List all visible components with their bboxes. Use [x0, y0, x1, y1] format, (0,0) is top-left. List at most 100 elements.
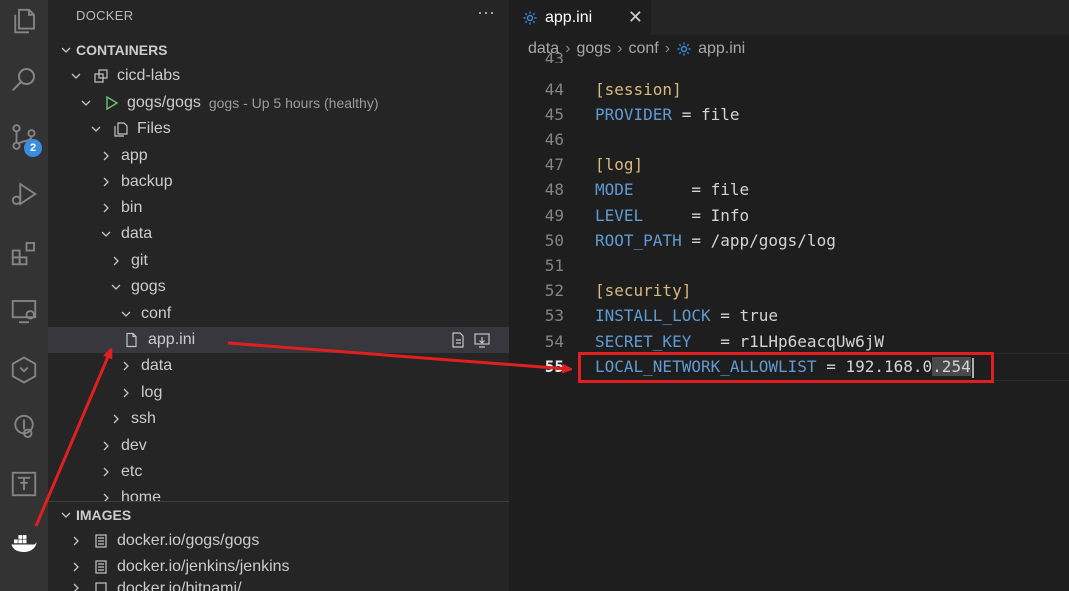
chevron-right-icon [98, 174, 114, 190]
line-text: ROOT_PATH = /app/gogs/log [595, 231, 836, 250]
chevron-right-icon [68, 533, 84, 549]
sidebar-title: DOCKER [76, 8, 134, 23]
activity-bar: 2 [0, 0, 48, 591]
tree-item-folder[interactable]: ssh [48, 406, 509, 432]
running-container-icon [102, 94, 120, 112]
tree-item-folder[interactable]: data [48, 221, 509, 247]
files-icon [112, 120, 130, 138]
image-label: docker.io/bitnami/... [117, 580, 255, 591]
image-icon [92, 558, 110, 576]
highlight-box [578, 352, 994, 383]
tree-item-label: Files [137, 120, 171, 137]
gitlens-icon[interactable] [6, 409, 42, 445]
tree-item-folder[interactable]: gogs [48, 274, 509, 300]
open-file-icon[interactable] [449, 331, 467, 354]
code-line: 47 [log] [509, 155, 1069, 180]
line-number: 47 [544, 155, 564, 174]
code-line: 48 MODE = file [509, 180, 1069, 205]
tree-item-folder[interactable]: data [48, 353, 509, 379]
code-line: 53 INSTALL_LOCK = true [509, 306, 1069, 331]
line-text: INSTALL_LOCK = true [595, 306, 779, 325]
tree-item-app-ini[interactable]: app.ini [48, 327, 509, 353]
image-label: docker.io/jenkins/jenkins [117, 558, 290, 575]
image-item[interactable]: docker.io/jenkins/jenkins [48, 554, 509, 580]
tree-item-cicd-labs[interactable]: cicd-labs [48, 63, 509, 89]
download-file-icon[interactable] [473, 331, 491, 354]
tree-item-label: etc [121, 463, 143, 480]
line-number: 49 [544, 206, 564, 225]
tree-item-folder[interactable]: etc [48, 459, 509, 485]
chevron-right-icon [118, 358, 134, 374]
line-text: [security] [595, 281, 692, 300]
line-text: MODE = file [595, 180, 750, 199]
line-text: SECRET_KEY = r1LHp6eacqUw6jW [595, 332, 884, 351]
tree-item-gogs-container[interactable]: gogs/gogs gogs - Up 5 hours (healthy) [48, 90, 509, 116]
image-icon [92, 580, 110, 591]
tree-item-label: cicd-labs [117, 67, 181, 84]
tree-item-folder[interactable]: log [48, 380, 509, 406]
image-icon [92, 532, 110, 550]
line-text: [log] [595, 155, 644, 174]
tree-item-label: ssh [131, 410, 156, 427]
line-number: 48 [544, 180, 564, 199]
tree-item-folder[interactable]: backup [48, 169, 509, 195]
tree-item-folder[interactable]: git [48, 248, 509, 274]
line-number: 55 [544, 357, 564, 376]
line-number: 46 [544, 130, 564, 149]
tree-item-folder[interactable]: bin [48, 195, 509, 221]
tree-item-label: log [141, 384, 163, 401]
chevron-right-icon [98, 148, 114, 164]
chevron-right-icon [98, 438, 114, 454]
compose-group-icon [92, 67, 110, 85]
image-item[interactable]: docker.io/bitnami/... [48, 580, 509, 591]
search-icon[interactable] [6, 61, 42, 97]
chevron-right-icon [98, 490, 114, 501]
tree-item-label: data [121, 225, 153, 242]
code-line: 43 [509, 49, 1069, 63]
chevron-right-icon [98, 464, 114, 480]
row-actions [449, 331, 491, 354]
code-line: 45 PROVIDER = file [509, 105, 1069, 130]
chevron-down-icon [78, 95, 94, 111]
image-item[interactable]: docker.io/gogs/gogs [48, 528, 509, 554]
extensions-icon[interactable] [6, 235, 42, 271]
line-number: 45 [544, 105, 564, 124]
code-line: 50 ROOT_PATH = /app/gogs/log [509, 231, 1069, 256]
line-number: 44 [544, 80, 564, 99]
tree-item-folder[interactable]: dev [48, 433, 509, 459]
explorer-icon[interactable] [6, 3, 42, 39]
containers-section-header[interactable]: CONTAINERS [48, 37, 509, 63]
run-debug-icon[interactable] [6, 176, 42, 212]
container-status: gogs - Up 5 hours (healthy) [208, 95, 379, 111]
chevron-down-icon [108, 279, 124, 295]
docker-icon[interactable] [6, 524, 42, 560]
line-text: LEVEL = Info [595, 206, 750, 225]
tree-item-folder[interactable]: conf [48, 301, 509, 327]
chevron-down-icon [58, 507, 74, 523]
tree-item-label: bin [121, 199, 143, 216]
more-actions-button[interactable]: ··· [477, 2, 495, 23]
terraform-icon[interactable] [6, 466, 42, 502]
file-icon [122, 331, 140, 349]
image-label: docker.io/gogs/gogs [117, 532, 260, 549]
chevron-down-icon [58, 42, 74, 58]
tab-bar: app.ini ✕ [509, 0, 1069, 35]
line-text: [session] [595, 80, 682, 99]
tab-label: app.ini [545, 8, 593, 26]
chevron-right-icon [108, 411, 124, 427]
tree-item-label: app [121, 147, 148, 164]
tab-app-ini[interactable]: app.ini ✕ [509, 0, 651, 35]
kubernetes-icon[interactable] [6, 352, 42, 388]
containers-section-title: CONTAINERS [76, 42, 168, 58]
code-line: 51 [509, 256, 1069, 281]
tree-item-folder[interactable]: home [48, 486, 509, 501]
images-section-header[interactable]: IMAGES [48, 502, 509, 528]
tree-item-files[interactable]: Files [48, 116, 509, 142]
tree-item-label: git [131, 252, 148, 269]
remote-explorer-icon[interactable] [6, 293, 42, 329]
images-section-title: IMAGES [76, 507, 132, 523]
chevron-right-icon [118, 385, 134, 401]
close-icon[interactable]: ✕ [628, 7, 643, 28]
chevron-down-icon [88, 121, 104, 137]
tree-item-folder[interactable]: app [48, 143, 509, 169]
